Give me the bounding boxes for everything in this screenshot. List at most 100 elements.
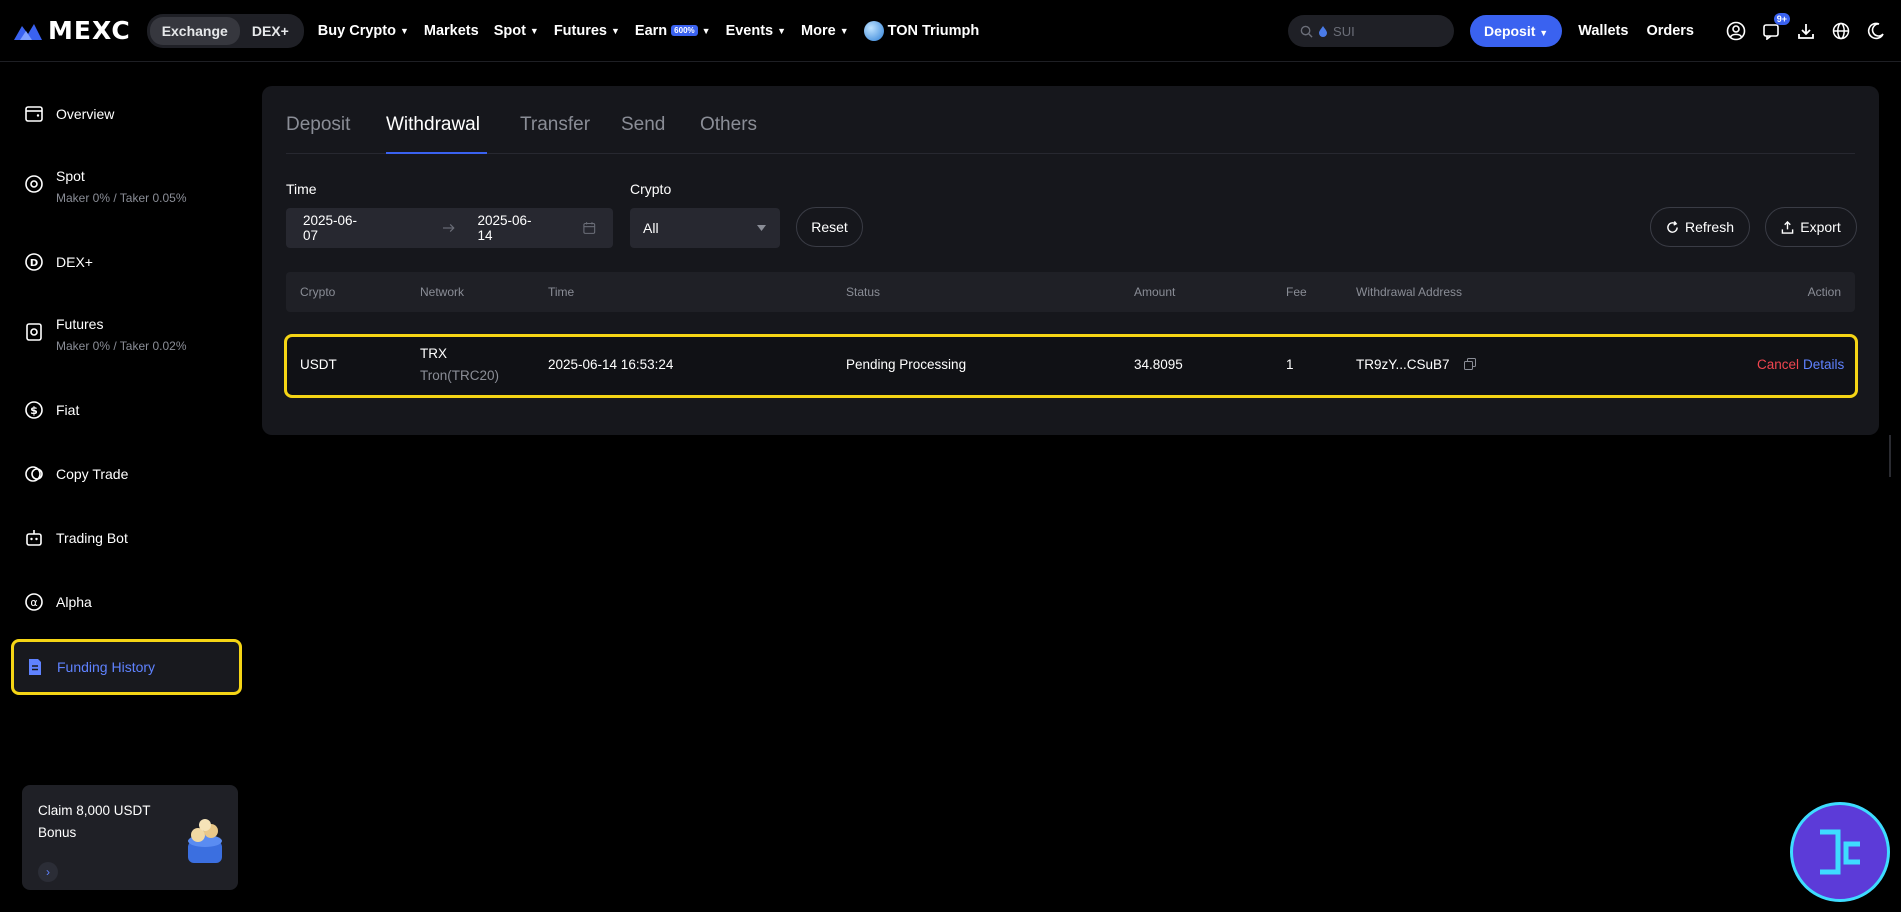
date-to[interactable]: 2025-06-14: [478, 213, 540, 243]
export-button[interactable]: Export: [1765, 207, 1857, 247]
export-label: Export: [1800, 219, 1841, 235]
sidebar-item-text: Overview: [56, 104, 114, 124]
row-network-sub: Tron(TRC20): [420, 368, 500, 383]
nav-more[interactable]: More ▼: [801, 23, 849, 39]
promo-text: Claim 8,000 USDT Bonus: [38, 803, 151, 840]
wallet-icon: [25, 106, 43, 122]
date-range-picker[interactable]: 2025-06-07 2025-06-14: [286, 208, 613, 248]
sidebar-item-dex[interactable]: D DEX+: [24, 252, 93, 272]
sidebar-item-text: Trading Bot: [56, 528, 128, 548]
sidebar-item-label: Fiat: [56, 402, 80, 418]
mexc-logo[interactable]: MEXC: [14, 16, 131, 45]
sidebar-item-label: Alpha: [56, 594, 92, 610]
tab-deposit[interactable]: Deposit: [286, 114, 350, 136]
table-row: USDT TRX Tron(TRC20) 2025-06-14 16:53:24…: [284, 334, 1858, 398]
sidebar-item-alpha[interactable]: α Alpha: [24, 592, 92, 612]
segment-exchange[interactable]: Exchange: [149, 16, 240, 45]
nav-spot[interactable]: Spot ▼: [494, 23, 539, 39]
caret-down-icon: ▼: [399, 25, 409, 36]
search-input[interactable]: SUI: [1288, 15, 1455, 47]
watermark-logo: [1790, 802, 1890, 902]
sidebar-item-label: Copy Trade: [56, 466, 129, 482]
download-icon: [1798, 24, 1814, 39]
header-action: Action: [1807, 285, 1841, 299]
cancel-button[interactable]: Cancel: [1757, 357, 1799, 372]
sidebar-item-futures[interactable]: Futures Maker 0% / Taker 0.02%: [24, 314, 187, 355]
scrollbar[interactable]: [1889, 435, 1891, 477]
header-withdrawal-address: Withdrawal Address: [1356, 285, 1463, 299]
tab-others[interactable]: Others: [700, 114, 757, 136]
svg-text:$: $: [30, 404, 38, 417]
language-button[interactable]: [1830, 20, 1852, 42]
logo-text: MEXC: [48, 16, 131, 45]
gift-coins-icon: [188, 819, 222, 863]
details-button[interactable]: Details: [1803, 357, 1844, 372]
tab-send[interactable]: Send: [621, 114, 665, 136]
header-network: Network: [420, 285, 465, 299]
alpha-icon: α: [25, 593, 43, 611]
nav-earn[interactable]: Earn 600% ▼: [635, 23, 711, 39]
nav-orders[interactable]: Orders: [1646, 23, 1694, 39]
sui-drop-icon: [1319, 25, 1328, 37]
nav-wallets[interactable]: Wallets: [1578, 23, 1628, 39]
wallets-label: Wallets: [1578, 23, 1629, 39]
search-icon: [1300, 25, 1313, 38]
notification-badge: 9+: [1773, 13, 1790, 25]
row-crypto: USDT: [300, 357, 337, 372]
sidebar-item-overview[interactable]: Overview: [24, 104, 114, 124]
nav-ton-triumph[interactable]: TON Triumph: [863, 20, 980, 41]
sidebar-item-spot[interactable]: Spot Maker 0% / Taker 0.05%: [24, 166, 187, 207]
tc-logo-icon: [1820, 829, 1860, 875]
earn-badge: 600%: [671, 25, 698, 36]
notifications-button[interactable]: 9+: [1760, 13, 1790, 42]
segment-dex[interactable]: DEX+: [240, 17, 301, 45]
calendar-icon: [583, 222, 596, 234]
caret-down-icon: ▼: [1539, 28, 1549, 38]
date-from[interactable]: 2025-06-07: [303, 213, 365, 243]
mexc-logo-icon: [14, 23, 42, 40]
market-segment: Exchange DEX+: [146, 13, 304, 48]
copy-icon[interactable]: [1464, 358, 1476, 370]
nav-earn-label: Earn: [634, 22, 668, 39]
sidebar-item-funding-history[interactable]: Funding History: [11, 639, 242, 695]
caret-down-icon: ▼: [529, 25, 539, 36]
sidebar-item-text: Spot Maker 0% / Taker 0.05%: [56, 166, 187, 207]
chevron-right-icon[interactable]: ›: [38, 862, 58, 882]
deposit-button[interactable]: Deposit ▼: [1470, 15, 1563, 47]
caret-down-icon: ▼: [839, 25, 849, 36]
moon-icon: [1867, 22, 1884, 40]
reset-button[interactable]: Reset: [796, 207, 863, 247]
refresh-button[interactable]: Refresh: [1650, 207, 1750, 247]
sidebar-item-copy-trade[interactable]: Copy Trade: [24, 464, 128, 484]
search-placeholder: SUI: [1333, 23, 1355, 39]
sidebar-item-fees: Maker 0% / Taker 0.02%: [56, 339, 187, 353]
caret-down-icon: ▼: [701, 25, 711, 36]
sidebar-item-label: Overview: [56, 106, 115, 122]
nav-events-label: Events: [725, 22, 774, 39]
bot-icon: [26, 530, 42, 546]
tab-transfer[interactable]: Transfer: [520, 114, 590, 136]
bonus-promo-card[interactable]: Claim 8,000 USDT Bonus ›: [22, 785, 238, 890]
funding-history-panel: Deposit Withdrawal Transfer Send Others …: [262, 86, 1879, 435]
nav-markets[interactable]: Markets: [424, 23, 479, 39]
download-button[interactable]: [1795, 20, 1817, 42]
row-address: TR9zY...CSuB7: [1356, 357, 1450, 372]
dex-icon: D: [25, 253, 43, 271]
user-button[interactable]: [1725, 20, 1747, 42]
sidebar-item-trading-bot[interactable]: Trading Bot: [24, 528, 128, 548]
user-icon: [1726, 21, 1746, 41]
sidebar-item-fiat[interactable]: $ Fiat: [24, 400, 79, 420]
sidebar-item-label: DEX+: [56, 254, 93, 270]
theme-button[interactable]: [1865, 20, 1887, 42]
crypto-select-value: All: [643, 220, 659, 236]
row-amount: 34.8095: [1134, 357, 1183, 372]
crypto-select[interactable]: All: [630, 208, 780, 248]
tab-withdrawal[interactable]: Withdrawal: [386, 114, 480, 136]
nav-events[interactable]: Events ▼: [726, 23, 786, 39]
export-icon: [1781, 220, 1794, 234]
nav-futures[interactable]: Futures ▼: [554, 23, 620, 39]
sidebar-item-text: Copy Trade: [56, 464, 128, 484]
header-amount: Amount: [1134, 285, 1176, 299]
ton-label: TON Triumph: [887, 22, 980, 39]
nav-buy-crypto[interactable]: Buy Crypto ▼: [318, 23, 409, 39]
